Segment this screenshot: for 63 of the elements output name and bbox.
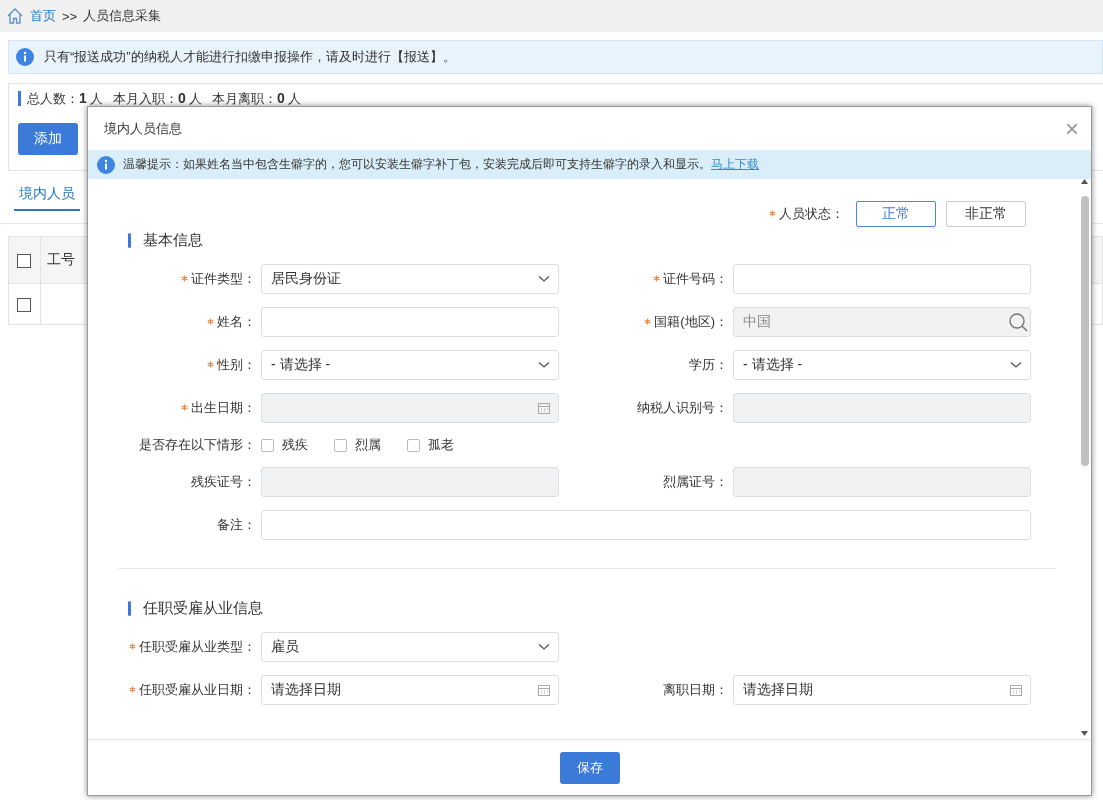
input-field[interactable] bbox=[261, 510, 1031, 540]
section-title: 任职受雇从业信息 bbox=[143, 599, 263, 618]
stat-text: 本月入职：0 人 bbox=[113, 90, 204, 107]
date-field[interactable]: 请选择日期 bbox=[261, 675, 559, 705]
field-label: 烈属证号： bbox=[662, 473, 729, 491]
add-button[interactable]: 添加 bbox=[18, 123, 78, 155]
chevron-down-icon bbox=[538, 361, 550, 369]
field-label: 备注： bbox=[216, 516, 257, 534]
calendar-icon bbox=[538, 402, 550, 414]
checkbox-box[interactable] bbox=[334, 438, 347, 452]
select-field[interactable]: 居民身份证 bbox=[261, 264, 559, 294]
scroll-down-icon[interactable] bbox=[1081, 731, 1088, 736]
input-field: 中国 bbox=[733, 307, 1031, 337]
select-field[interactable]: 雇员 bbox=[261, 632, 559, 662]
dialog-title: 境内人员信息 bbox=[104, 119, 182, 138]
field-label: 性别： bbox=[113, 356, 258, 374]
stat-text: 本月离职：0 人 bbox=[212, 90, 303, 107]
field-label: 任职受雇从业日期： bbox=[113, 681, 258, 699]
field-label: 证件号码： bbox=[562, 270, 730, 288]
field-label: 离职日期： bbox=[662, 681, 729, 699]
select-field[interactable]: - 请选择 - bbox=[261, 350, 559, 380]
checkbox-box[interactable] bbox=[407, 438, 420, 452]
calendar-icon bbox=[538, 684, 550, 696]
checkbox[interactable]: 孤老 bbox=[407, 436, 454, 454]
stat-text: 总人数：1 人 bbox=[27, 90, 105, 107]
info-icon bbox=[16, 48, 34, 66]
checkbox[interactable] bbox=[17, 297, 32, 312]
info-icon bbox=[97, 155, 115, 174]
status-option[interactable]: 正常 bbox=[856, 201, 936, 227]
breadcrumb-link[interactable]: 首页 bbox=[30, 7, 56, 25]
tip-text: 温馨提示：如果姓名当中包含生僻字的，您可以安装生僻字补丁包，安装完成后即可支持生僻字的录入和显示。马上下载 bbox=[123, 156, 759, 173]
checkbox[interactable]: 烈属 bbox=[334, 436, 381, 454]
status-option[interactable]: 非正常 bbox=[946, 201, 1026, 227]
field-label: 纳税人识别号： bbox=[636, 399, 729, 417]
breadcrumb-separator: >> bbox=[62, 8, 78, 24]
tab[interactable]: 境内人员 bbox=[14, 183, 80, 211]
column-header: 工号 bbox=[46, 251, 75, 267]
field-label: 国籍(地区)： bbox=[562, 313, 730, 331]
chevron-down-icon bbox=[1010, 361, 1022, 369]
section-title: 基本信息 bbox=[143, 231, 203, 250]
field-label: 是否存在以下情形： bbox=[138, 436, 257, 454]
checkbox-box[interactable] bbox=[261, 438, 274, 452]
field-label: 任职受雇从业类型： bbox=[113, 638, 258, 656]
save-button[interactable]: 保存 bbox=[559, 752, 620, 784]
breadcrumb-current: 人员信息采集 bbox=[83, 7, 162, 25]
field-label: 学历： bbox=[688, 356, 729, 374]
checkbox[interactable]: 残疾 bbox=[261, 436, 308, 454]
field-label: 姓名： bbox=[113, 313, 258, 331]
chevron-down-icon bbox=[538, 643, 550, 651]
chevron-down-icon bbox=[538, 275, 550, 283]
field-label: 出生日期： bbox=[113, 399, 258, 417]
home-icon[interactable] bbox=[6, 7, 24, 25]
checkbox[interactable] bbox=[17, 254, 32, 269]
select-field[interactable]: - 请选择 - bbox=[733, 350, 1031, 380]
notice-text: 只有“报送成功”的纳税人才能进行扣缴申报操作，请及时进行【报送】。 bbox=[44, 48, 456, 66]
calendar-icon bbox=[1010, 684, 1022, 696]
scrollbar[interactable] bbox=[1080, 179, 1089, 739]
date-field[interactable]: 请选择日期 bbox=[733, 675, 1031, 705]
input-field[interactable] bbox=[261, 307, 559, 337]
field-label: 人员状态： bbox=[769, 205, 846, 223]
field-label: 证件类型： bbox=[113, 270, 258, 288]
input-field[interactable] bbox=[733, 264, 1031, 294]
field-label: 残疾证号： bbox=[190, 473, 257, 491]
